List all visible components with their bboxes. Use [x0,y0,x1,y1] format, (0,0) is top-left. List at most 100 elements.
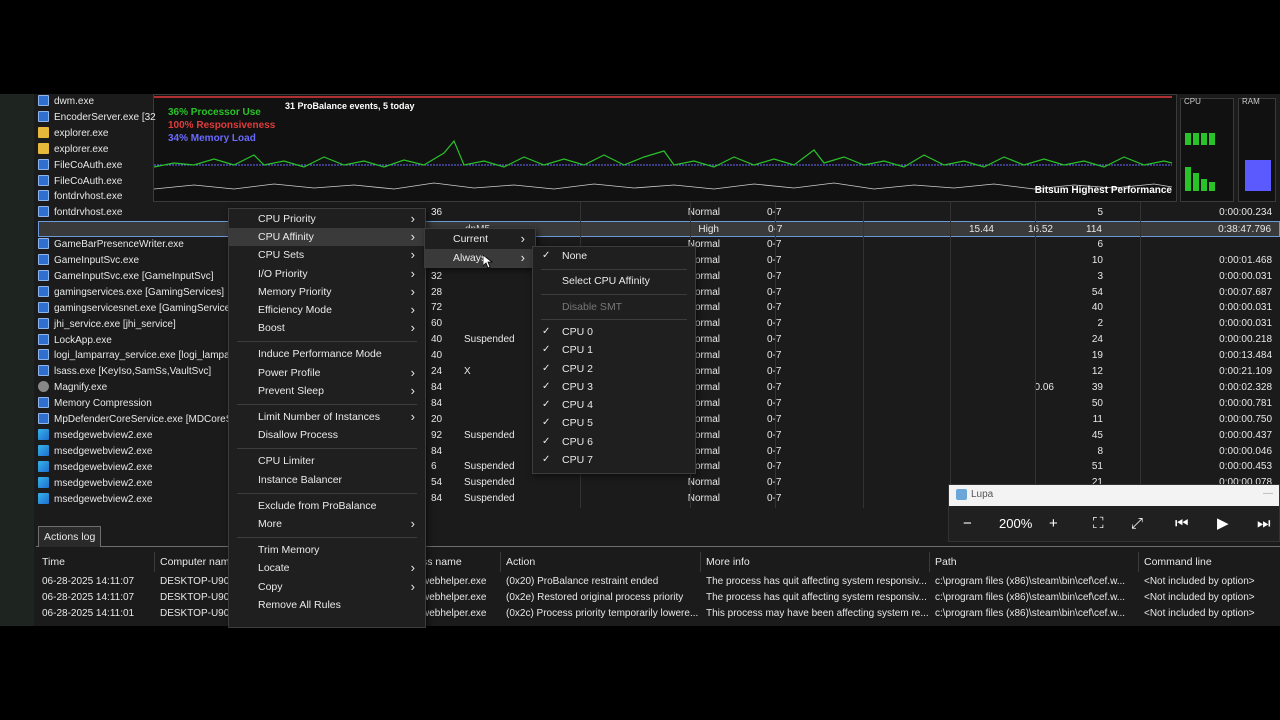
process-name-item[interactable]: fontdrvhost.exe [38,189,122,205]
cell-frag: 84 [431,445,443,457]
menu-item-memory-priority[interactable]: Memory Priority › [229,283,425,301]
log-header[interactable]: Computer nam [160,554,229,570]
log-header[interactable]: Path [935,554,957,570]
log-header[interactable]: Time [42,554,65,570]
menu-item-select-cpu-affinity[interactable]: Select CPU Affinity [533,272,695,290]
responsiveness-legend: 100% Responsiveness [168,120,276,131]
cell-threads: 2 [1097,318,1103,330]
menu-item-label: CPU Limiter [258,455,315,468]
cell-threads: 10 [1091,254,1103,266]
menu-item-label: CPU 0 [562,325,593,338]
menu-item-cpu-4[interactable]: CPU 4 ✓ [533,396,695,414]
log-cell: (0x2c) Process priority temporarily lowe… [506,608,699,619]
menu-item-cpu-5[interactable]: CPU 5 ✓ [533,414,695,432]
menu-item-always[interactable]: Always › [425,248,535,267]
log-cell: (0x20) ProBalance restraint ended [506,576,659,587]
cell-time: 0:38:47.796 [1218,223,1271,235]
menu-item-cpu-3[interactable]: CPU 3 ✓ [533,378,695,396]
chevron-right-icon: › [410,364,415,380]
process-name-item[interactable]: dwm.exe [38,94,94,110]
column-divider [775,202,776,508]
menu-item-instance-balancer[interactable]: Instance Balancer [229,471,425,489]
cell-desc: Suspended [464,429,515,441]
menu-item-label: None [562,250,588,262]
context-menu: CPU Priority › CPU Affinity › CPU Sets › I/O P… [228,208,426,628]
cell-time: 0:00:00.234 [1219,207,1272,218]
menu-item-power-profile[interactable]: Power Profile › [229,364,425,382]
log-header[interactable]: Command line [1144,554,1212,570]
zoom-in-button[interactable]: + [1049,514,1058,534]
menu-separator [541,268,687,270]
zoom-out-button[interactable]: − [963,514,972,534]
cell-priority: ormal [694,286,720,298]
tab-actions-log[interactable]: Actions log [38,526,102,547]
menu-item-label: Select CPU Affinity [562,275,650,288]
menu-item-boost[interactable]: Boost › [229,319,425,337]
menu-item-label: CPU 6 [562,435,593,448]
menu-item-label: Trim Memory [258,544,320,557]
menu-item-cpu-sets[interactable]: CPU Sets › [229,246,425,264]
cell-threads: 5 [1097,207,1103,218]
menu-item-label: CPU 1 [562,344,593,357]
menu-separator [237,537,417,539]
process-name-item[interactable]: explorer.exe [38,126,108,142]
menu-item-remove-all-rules[interactable]: Remove All Rules [229,596,425,614]
process-name-item[interactable]: FileCoAuth.exe [38,158,122,174]
previous-icon[interactable]: ⏮ [1175,514,1189,534]
menu-item-limit-number-of-instances[interactable]: Limit Number of Instances › [229,408,425,426]
table-row[interactable]: dpM5High0-715.4416.521140:38:47.796 [38,220,1280,237]
table-row[interactable]: 36Normal0-750:00:00.234 [38,205,1280,221]
menu-item-induce-performance-mode[interactable]: Induce Performance Mode [229,345,425,363]
process-name-item[interactable]: explorer.exe [38,142,108,158]
menu-item-cpu-2[interactable]: CPU 2 ✓ [533,360,695,378]
menu-item-none[interactable]: None ✓ [533,247,695,265]
menu-item-label: CPU Sets [258,249,305,262]
menu-item-cpu-6[interactable]: CPU 6 ✓ [533,433,695,451]
cell-desc: X [464,366,471,377]
menu-item-locate[interactable]: Locate › [229,559,425,577]
menu-item-cpu-priority[interactable]: CPU Priority › [229,210,425,228]
process-name-item[interactable]: FileCoAuth.exe [38,174,122,190]
log-header[interactable]: More info [706,554,750,570]
menu-item-prevent-sleep[interactable]: Prevent Sleep › [229,382,425,400]
menu-item-i-o-priority[interactable]: I/O Priority › [229,265,425,283]
cell-priority: ormal [694,413,720,425]
log-header[interactable]: Action [506,554,535,570]
menu-item-current[interactable]: Current › [425,230,535,248]
expand-icon[interactable]: ⤢ [1131,514,1143,534]
menu-item-exclude-from-probalance[interactable]: Exclude from ProBalance [229,497,425,515]
menu-item-cpu-7[interactable]: CPU 7 ✓ [533,451,695,469]
log-cell: c:\program files (x86)\steam\bin\cef\cef… [935,592,1126,603]
process-name-item[interactable]: EncoderServer.exe [32 [38,110,156,126]
menu-separator [237,341,417,343]
cell-time: 0:00:00.781 [1219,397,1272,409]
menu-item-cpu-affinity[interactable]: CPU Affinity › [229,228,425,247]
cell-desc: Suspended [464,477,515,489]
log-header[interactable]: ss name [422,554,462,570]
menu-item-disallow-process[interactable]: Disallow Process [229,426,425,444]
minimize-icon[interactable]: — [1263,488,1273,499]
fit-screen-icon[interactable]: ⛶ [1093,514,1104,534]
log-cell: The process has quit affecting system re… [706,576,927,587]
menu-item-copy[interactable]: Copy › [229,578,425,596]
menu-item-cpu-limiter[interactable]: CPU Limiter [229,452,425,470]
menu-separator [541,294,687,296]
menu-item-efficiency-mode[interactable]: Efficiency Mode › [229,301,425,319]
cell-frag: 32 [431,270,443,282]
cell-time: 0:00:00.453 [1219,461,1272,473]
chevron-right-icon: › [410,409,415,424]
zoom-level: 200% [999,516,1033,531]
menu-item-cpu-1[interactable]: CPU 1 ✓ [533,341,695,359]
cpu-core-bar [1201,133,1207,145]
menu-item-more[interactable]: More › [229,515,425,533]
play-icon[interactable]: ▶ [1217,514,1229,534]
check-icon: ✓ [542,250,551,261]
menu-item-trim-memory[interactable]: Trim Memory [229,541,425,559]
menu-separator [541,319,687,321]
cell-time: 0:00:00.046 [1219,445,1272,457]
next-icon[interactable]: ⏭ [1257,514,1271,534]
memory-load-legend: 34% Memory Load [168,133,256,144]
menu-item-cpu-0[interactable]: CPU 0 ✓ [533,323,695,341]
magnifier-title: Lupa [971,489,994,500]
column-divider [950,202,951,508]
